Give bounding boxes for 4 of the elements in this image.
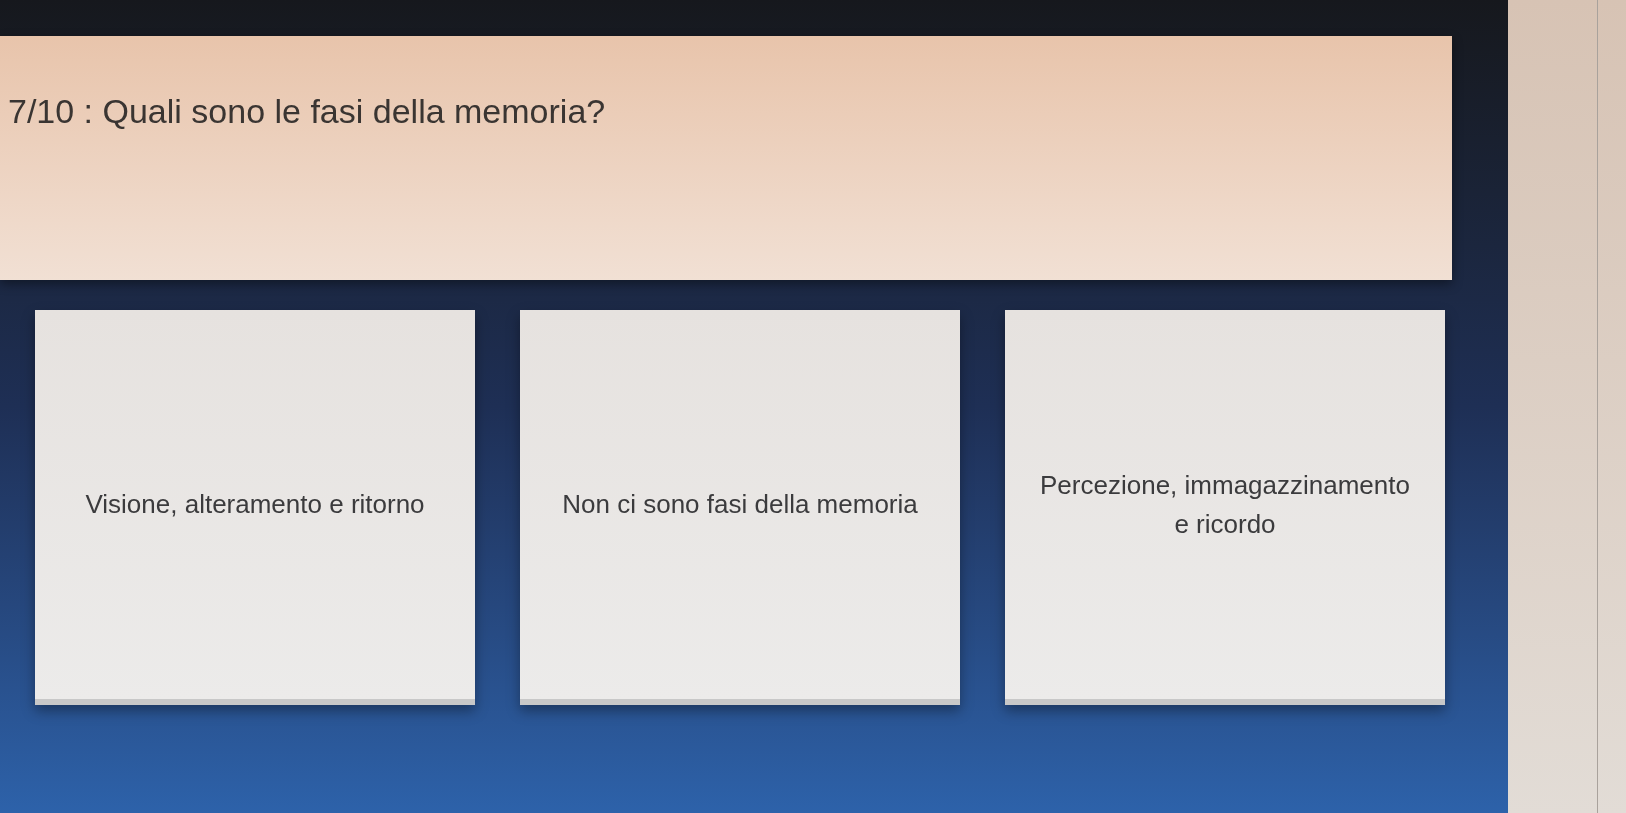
question-text: 7/10 : Quali sono le fasi della memoria? (8, 92, 606, 130)
answer-card[interactable]: Visione, alteramento e ritorno (35, 310, 475, 705)
answer-card[interactable]: Percezione, immagazzinamento e ricordo (1005, 310, 1445, 705)
answer-card[interactable]: Non ci sono fasi della memoria (520, 310, 960, 705)
